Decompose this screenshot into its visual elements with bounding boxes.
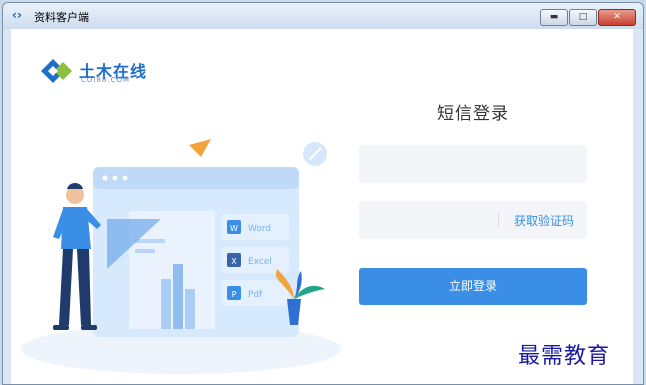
window-title: 资料客户端 xyxy=(34,11,89,24)
title-bar: ‹› 资料客户端 ▬ □ ✕ xyxy=(3,3,643,29)
logo: 土木在线 COI88.COM xyxy=(41,56,161,86)
word-label: Word xyxy=(248,224,271,234)
login-illustration: W Word X Excel P Pdf xyxy=(21,139,341,374)
excel-label: Excel xyxy=(248,257,272,267)
login-heading: 短信登录 xyxy=(437,104,509,124)
close-button[interactable]: ✕ xyxy=(598,9,636,26)
get-code-link[interactable]: 获取验证码 xyxy=(514,212,574,229)
phone-input[interactable] xyxy=(359,145,587,183)
verification-code-input[interactable]: 获取验证码 xyxy=(359,201,587,239)
pdf-icon: P xyxy=(232,290,237,299)
pdf-label: Pdf xyxy=(248,290,263,300)
logo-mark-icon xyxy=(41,59,72,83)
app-icon: ‹› xyxy=(12,8,22,22)
paper-plane-icon xyxy=(189,139,211,157)
watermark-text: 最需教育 xyxy=(518,344,611,369)
minimize-button[interactable]: ▬ xyxy=(540,9,568,26)
logo-subtext: COI88.COM xyxy=(81,76,131,84)
app-window: ‹› 资料客户端 ▬ □ ✕ 土木在线 COI88.COM W Word X E… xyxy=(2,2,644,385)
word-icon: W xyxy=(230,224,238,233)
main-content: 土木在线 COI88.COM W Word X Excel P Pdf 短信登录… xyxy=(11,29,633,384)
input-divider xyxy=(498,212,499,227)
maximize-button[interactable]: □ xyxy=(569,9,597,26)
excel-icon: X xyxy=(231,257,237,266)
login-button[interactable]: 立即登录 xyxy=(359,268,587,305)
